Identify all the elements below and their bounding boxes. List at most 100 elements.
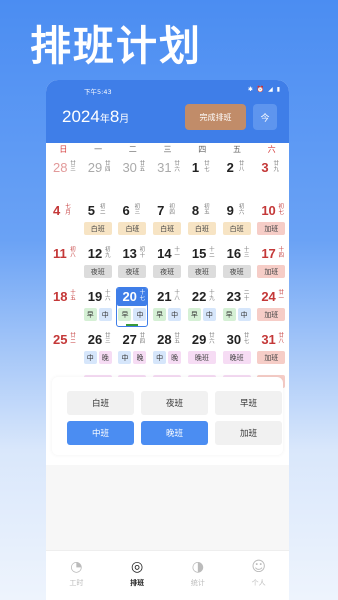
day-cell[interactable]: 5 初二 白班	[81, 201, 116, 244]
lunar-date: 二十	[243, 290, 250, 302]
day-cell[interactable]: 6 初三 白班	[115, 201, 150, 244]
shift-tag-wan: 晚	[168, 351, 182, 364]
day-cell[interactable]: 17 十四 加班	[254, 244, 289, 287]
day-number: 19	[87, 289, 103, 304]
day-cell[interactable]: 25 廿二	[46, 330, 81, 373]
day-cell[interactable]: 12 初九 夜班	[81, 244, 116, 287]
day-cell[interactable]: 29 廿四	[81, 158, 116, 201]
shift-tags: 晚班	[187, 351, 216, 364]
day-number: 5	[87, 203, 95, 218]
day-cell[interactable]: 11 初八	[46, 244, 81, 287]
shift-tag-wan: 晚	[98, 351, 112, 364]
day-cell[interactable]: 8 初五 白班	[185, 201, 220, 244]
today-button[interactable]: 今	[253, 104, 277, 130]
day-number: 3	[261, 160, 269, 175]
tab-clock[interactable]: ◔ 工时	[46, 551, 107, 600]
shift-tag-wan: 晚班	[222, 351, 251, 364]
weekday-header: 日一二三四五六	[46, 143, 289, 157]
day-cell[interactable]: 2 廿八	[220, 158, 255, 201]
day-number: 21	[157, 289, 172, 304]
day-cell[interactable]: 30 廿五	[115, 158, 150, 201]
day-number: 8	[191, 203, 200, 218]
schedule-icon: ◎	[131, 559, 144, 575]
day-number: 11	[53, 246, 67, 261]
month-title[interactable]: 2024年8月	[62, 107, 129, 127]
tab-label: 工时	[69, 579, 84, 587]
day-number: 28	[157, 332, 172, 347]
shift-option-bai[interactable]: 白班	[67, 391, 134, 415]
lunar-date: 廿四	[104, 161, 111, 173]
shift-tags: 夜班	[222, 265, 251, 278]
shift-option-ye[interactable]: 夜班	[141, 391, 208, 415]
day-number: 24	[261, 289, 276, 304]
shift-selector-panel: 白班 夜班 早班 中班 晚班 加班	[52, 377, 283, 455]
day-cell[interactable]: 31 廿六	[150, 158, 185, 201]
day-number: 9	[226, 203, 234, 218]
shift-tag-zhong: 中	[153, 351, 167, 364]
bottom-tab-bar: ◔ 工时 ◎ 排班 ◑ 统计 ☺ 个人	[46, 550, 289, 600]
shift-tag-zhong: 中	[168, 308, 182, 321]
shift-option-zao[interactable]: 早班	[215, 391, 282, 415]
day-number: 7	[157, 203, 165, 218]
finish-schedule-button[interactable]: 完成排班	[185, 104, 246, 130]
shift-tag-zhong: 中	[83, 351, 97, 364]
weekday-label: 四	[198, 145, 207, 154]
shift-option-jia[interactable]: 加班	[215, 421, 282, 445]
day-number: 12	[87, 246, 103, 261]
weekday-label: 五	[232, 145, 241, 154]
shift-tags: 早中	[118, 308, 147, 321]
day-cell[interactable]: 27 廿四中晚	[115, 330, 150, 373]
day-cell[interactable]: 16 十三 夜班	[220, 244, 255, 287]
tab-chart[interactable]: ◑ 统计	[168, 551, 229, 600]
day-number: 14	[157, 246, 172, 261]
day-cell[interactable]: 28 廿三	[46, 158, 81, 201]
clock-icon: ◔	[70, 559, 83, 575]
shift-tag-zao: 早	[222, 308, 236, 321]
lunar-date: 初九	[104, 247, 111, 259]
day-number: 1	[191, 160, 200, 175]
day-cell[interactable]: 28 廿五中晚	[150, 330, 185, 373]
day-cell[interactable]: 20 十七早中	[115, 287, 151, 330]
day-cell[interactable]: 30 廿七 晚班	[220, 330, 255, 373]
shift-tags: 白班	[83, 222, 112, 235]
day-number: 29	[191, 332, 207, 347]
day-cell[interactable]: 21 十八早中	[150, 287, 185, 330]
day-cell[interactable]: 29 廿六 晚班	[185, 330, 220, 373]
calendar-grid: 28 廿三 29 廿四 30 廿五 31 廿六 1 廿七 2 廿八 3 廿九 4 七月 5 初二 白班 6 初三 白班 7 初…	[46, 158, 289, 397]
day-cell[interactable]: 19 十六早中	[81, 287, 116, 330]
lunar-date: 十一	[174, 247, 180, 259]
day-cell[interactable]: 9 初六 白班	[220, 201, 255, 244]
shift-tags: 早中	[222, 308, 251, 321]
day-cell[interactable]: 18 十五	[46, 287, 81, 330]
day-cell[interactable]: 10 初七 加班	[254, 201, 289, 244]
shift-option-zhong[interactable]: 中班	[67, 421, 134, 445]
tab-schedule[interactable]: ◎ 排班	[107, 551, 168, 600]
day-cell[interactable]: 31 廿八 加班	[254, 330, 289, 373]
day-cell[interactable]: 22 十九早中	[185, 287, 220, 330]
day-cell[interactable]: 14 十一 夜班	[150, 244, 185, 287]
day-cell[interactable]: 1 廿七	[185, 158, 220, 201]
day-cell[interactable]: 26 廿三中晚	[81, 330, 116, 373]
day-number: 18	[53, 289, 68, 304]
lunar-date: 廿一	[278, 290, 285, 302]
day-cell[interactable]: 7 初四 白班	[150, 201, 185, 244]
weekday-label: 六	[267, 145, 276, 154]
lunar-date: 廿七	[204, 161, 210, 173]
shift-tag-bai: 白班	[153, 222, 182, 235]
day-cell[interactable]: 15 十二 夜班	[185, 244, 220, 287]
lunar-date: 十四	[278, 247, 285, 259]
day-number: 22	[191, 289, 207, 304]
day-cell[interactable]: 23 二十早中	[220, 287, 255, 330]
tab-person[interactable]: ☺ 个人	[228, 551, 289, 600]
day-number: 2	[226, 160, 234, 175]
shift-option-wan[interactable]: 晚班	[141, 421, 208, 445]
shift-tags: 白班	[153, 222, 182, 235]
shift-tag-jia: 加班	[257, 222, 286, 235]
shift-tag-bai: 白班	[118, 222, 147, 235]
day-cell[interactable]: 24 廿一 加班	[254, 287, 289, 330]
day-cell[interactable]: 3 廿九	[254, 158, 289, 201]
day-cell[interactable]: 4 七月	[46, 201, 81, 244]
hero-title: 排班计划	[30, 22, 202, 70]
shift-tags: 中晚	[118, 351, 147, 364]
day-cell[interactable]: 13 初十 夜班	[115, 244, 150, 287]
